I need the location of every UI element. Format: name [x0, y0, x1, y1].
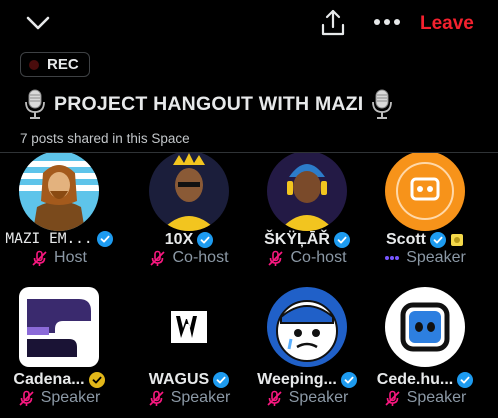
participant-name: Cede.hu...	[376, 371, 454, 388]
participant-role: Speaker	[170, 389, 231, 406]
mic-muted-icon	[150, 250, 166, 266]
record-icon	[29, 59, 39, 70]
mic-muted-icon	[149, 390, 164, 406]
participant-name: Scott	[386, 231, 426, 248]
top-bar: Leave	[0, 0, 498, 50]
participant-name: MAZI EM...	[5, 231, 93, 247]
mic-muted-icon	[19, 390, 34, 406]
participant-role-row: Speaker	[0, 389, 118, 407]
participant-card[interactable]: Scott Speaker	[366, 153, 484, 278]
verified-badge-gold-icon	[88, 372, 105, 388]
mic-muted-icon	[385, 390, 400, 406]
microphone-icon	[25, 89, 45, 119]
participant-role: Host	[54, 249, 87, 266]
mic-muted-icon	[32, 250, 47, 266]
participant-name-row: WAGUS	[130, 371, 248, 389]
verified-badge-icon	[430, 232, 446, 248]
participant-role-row: Speaker	[130, 389, 248, 407]
speaking-indicator-icon	[385, 256, 400, 260]
participant-role-row: Co-host	[130, 249, 248, 267]
participant-name-row: Cede.hu...	[366, 371, 484, 389]
participant-card[interactable]: 10X Co-host	[130, 153, 248, 278]
participant-role-row: Speaker	[366, 389, 484, 407]
recording-label: REC	[47, 56, 79, 73]
verified-badge-icon	[96, 231, 113, 247]
participant-role: Speaker	[406, 249, 466, 266]
share-icon[interactable]	[318, 8, 348, 38]
participant-name: ŠKŸĻĀŘ	[264, 231, 330, 248]
participant-role: Co-host	[172, 249, 229, 266]
participant-role: Speaker	[40, 389, 101, 406]
participant-name: Cadena...	[13, 371, 85, 388]
participant-card[interactable]: Weeping... Speaker	[248, 287, 366, 418]
avatar	[149, 287, 229, 367]
participant-name: 10X	[164, 231, 194, 248]
participant-role: Co-host	[290, 249, 347, 266]
leave-button[interactable]: Leave	[420, 13, 474, 35]
participant-name-row: MAZI EM...	[0, 231, 118, 247]
space-title-row: PROJECT HANGOUT WITH MAZI	[24, 88, 484, 120]
participant-name: Weeping...	[257, 371, 337, 388]
participant-name-row: ŠKŸĻĀŘ	[248, 231, 366, 249]
participant-role: Speaker	[288, 389, 349, 406]
participant-name-row: Scott	[366, 231, 484, 249]
verified-badge-icon	[340, 372, 357, 388]
participant-role-row: Host	[0, 249, 118, 267]
mic-muted-icon	[268, 250, 284, 266]
chevron-down-icon[interactable]	[24, 12, 52, 34]
verified-badge-icon	[333, 232, 350, 248]
avatar	[385, 287, 465, 367]
participant-name: WAGUS	[148, 371, 210, 388]
avatar	[385, 153, 465, 231]
microphone-icon	[372, 89, 393, 119]
more-options-icon[interactable]	[371, 12, 403, 32]
participant-role-row: Co-host	[248, 249, 366, 267]
participant-role-row: Speaker	[366, 249, 484, 267]
avatar	[267, 153, 347, 231]
verified-badge-icon	[213, 372, 230, 388]
space-title: PROJECT HANGOUT WITH MAZI	[54, 92, 364, 115]
participant-role: Speaker	[406, 389, 467, 406]
participant-card[interactable]: WAGUS Speaker	[130, 287, 248, 418]
avatar	[19, 153, 99, 231]
verified-badge-icon	[197, 232, 214, 248]
participant-role-row: Speaker	[248, 389, 366, 407]
participant-card[interactable]: ŠKŸĻĀŘ Co-host	[248, 153, 366, 278]
participant-card[interactable]: Cadena... Speaker	[0, 287, 118, 418]
avatar	[149, 153, 229, 231]
avatar	[267, 287, 347, 367]
mic-muted-icon	[267, 390, 282, 406]
avatar	[19, 287, 99, 367]
recording-badge: REC	[20, 52, 90, 77]
participant-name-row: 10X	[130, 231, 248, 249]
participant-name-row: Weeping...	[248, 371, 366, 389]
shared-posts-link[interactable]: 7 posts shared in this Space	[20, 131, 190, 146]
verified-badge-icon	[457, 372, 474, 388]
participant-name-row: Cadena...	[0, 371, 118, 389]
emoji-icon	[451, 234, 463, 246]
participant-card[interactable]: MAZI EM... Host	[0, 153, 118, 278]
participant-card[interactable]: Cede.hu... Speaker	[366, 287, 484, 418]
participants-grid: MAZI EM... Host 10X Co-host ŠKŸĻĀŘ Co-ho…	[0, 153, 498, 418]
